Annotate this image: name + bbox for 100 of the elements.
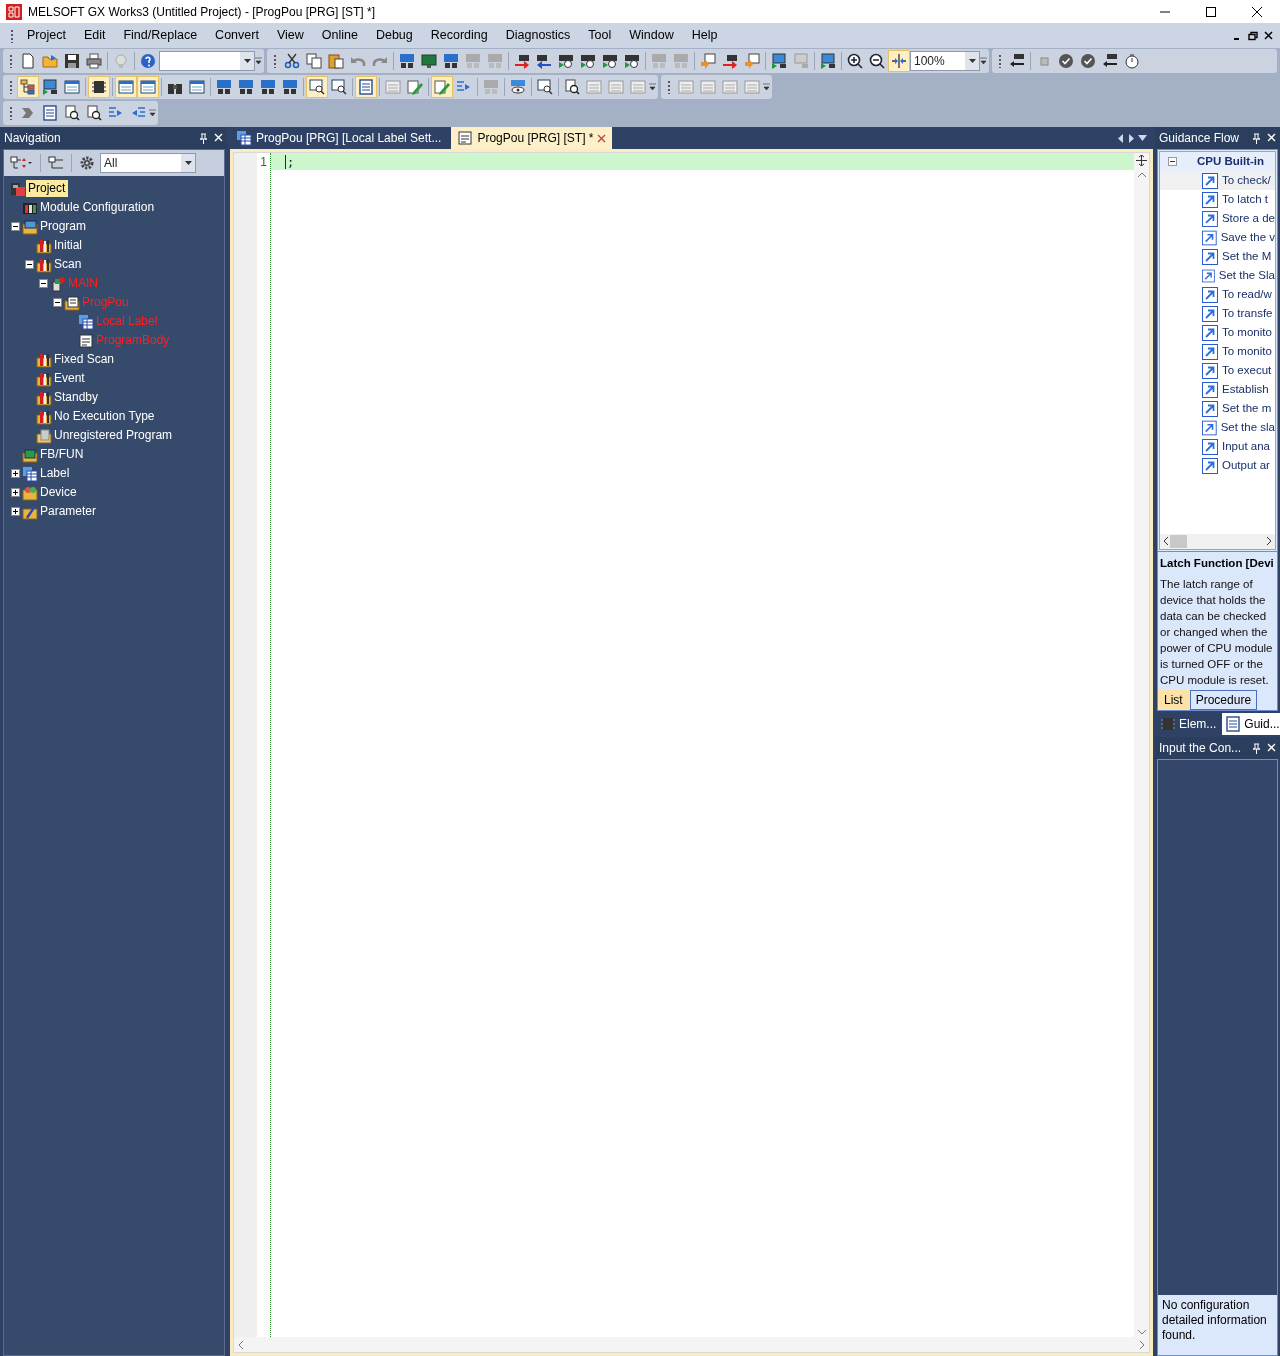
expand-icon[interactable] [10, 488, 20, 497]
guidance-link[interactable]: To transfe [1222, 304, 1273, 323]
code-editor[interactable]: 1 ; [233, 152, 1150, 1353]
menu-item[interactable]: Diagnostics [496, 26, 580, 45]
tree-item[interactable]: Module Configuration [38, 199, 158, 216]
overflow-icon[interactable] [649, 82, 656, 92]
find-button[interactable] [306, 76, 328, 98]
maximize-icon[interactable] [1205, 5, 1217, 18]
tree-item[interactable]: No Execution Type [52, 408, 158, 425]
guidance-link[interactable]: To latch t [1222, 190, 1269, 209]
tree-item[interactable]: Initial [52, 237, 85, 254]
tree-item[interactable]: Device [38, 484, 80, 501]
pin-icon[interactable] [199, 132, 208, 144]
guidance-link[interactable]: Set the M [1222, 247, 1272, 266]
close-icon[interactable] [1251, 5, 1263, 18]
scroll-up-icon[interactable] [1137, 172, 1146, 177]
tree-item[interactable]: Fixed Scan [52, 351, 118, 368]
window-button[interactable] [115, 76, 137, 98]
list-button[interactable] [355, 76, 377, 98]
guidance-link[interactable]: To read/w [1222, 285, 1272, 304]
menu-item[interactable]: Tool [579, 26, 621, 45]
panel-title: Navigation [4, 130, 61, 147]
pin-icon[interactable] [1252, 132, 1261, 144]
menu-item[interactable]: Help [682, 26, 727, 45]
guidance-link[interactable]: To execut [1222, 361, 1272, 380]
document-tab[interactable]: ProgPou [PRG] [ST] * [451, 127, 613, 149]
edit-button[interactable] [431, 76, 453, 98]
overflow-icon[interactable] [149, 108, 156, 118]
view-tab[interactable]: Procedure [1189, 690, 1258, 710]
fit-width-button[interactable] [888, 50, 910, 72]
copy-button[interactable] [303, 50, 325, 72]
window-button[interactable] [137, 76, 159, 98]
guidance-link[interactable]: To monito [1222, 342, 1272, 361]
chip-button[interactable] [88, 76, 110, 98]
printer-button[interactable] [83, 50, 105, 72]
copy-icon [306, 53, 322, 69]
guidance-link[interactable]: Set the sla [1220, 418, 1275, 437]
menu-item[interactable]: Project [18, 26, 75, 45]
view-tab[interactable]: List [1158, 690, 1189, 710]
menu-item[interactable]: Recording [421, 26, 497, 45]
tree-item[interactable]: Parameter [38, 503, 100, 520]
tree-button[interactable] [17, 76, 39, 98]
filter-combo[interactable]: All [100, 153, 196, 173]
scroll-right-icon[interactable] [1128, 133, 1134, 143]
overflow-icon[interactable] [980, 56, 987, 66]
menu-item[interactable]: Online [312, 26, 367, 45]
document-tab[interactable]: ProgPou [PRG] [Local Label Sett... [230, 127, 448, 149]
monitor-icon [558, 53, 574, 69]
menu-item[interactable]: View [267, 26, 313, 45]
tree-item[interactable]: Program [38, 218, 89, 235]
tree-item[interactable]: Unregistered Program [52, 427, 176, 444]
label-table-icon [236, 130, 252, 146]
st-document-icon [78, 332, 94, 349]
guidance-link[interactable]: Output ar [1222, 456, 1270, 475]
tree-item[interactable]: Project [26, 180, 69, 197]
expand-icon[interactable] [10, 507, 20, 516]
close-icon[interactable] [1264, 30, 1274, 41]
scroll-left-icon[interactable] [1118, 133, 1124, 143]
tree-item[interactable]: Event [52, 370, 88, 387]
menu-item[interactable]: Window [620, 26, 683, 45]
tree-item[interactable]: Standby [52, 389, 102, 406]
collapse-icon[interactable] [24, 260, 34, 269]
tree-item[interactable]: FB/FUN [38, 446, 87, 463]
guidance-link[interactable]: Store a de [1221, 209, 1275, 228]
collapse-icon[interactable] [10, 222, 20, 231]
collapse-icon[interactable] [38, 279, 48, 288]
overflow-icon[interactable] [763, 82, 770, 92]
expand-icon[interactable] [10, 469, 20, 478]
tree-item[interactable]: Label [38, 465, 73, 482]
restore-icon[interactable] [1248, 30, 1258, 41]
overflow-icon[interactable] [255, 56, 262, 66]
guidance-link[interactable]: Set the Sla [1218, 266, 1275, 285]
panel-tab[interactable]: Guid... [1222, 713, 1280, 735]
zoom-combo[interactable]: 100% [910, 51, 980, 71]
menu-item[interactable]: Convert [206, 26, 268, 45]
menu-item[interactable]: Find/Replace [114, 26, 207, 45]
split-icon[interactable] [1136, 155, 1147, 166]
pin-icon[interactable] [1252, 742, 1261, 754]
tree-item[interactable]: Scan [52, 256, 85, 273]
comment-icon [744, 53, 760, 69]
collapse-icon[interactable] [1168, 157, 1177, 166]
scroll-thumb[interactable] [1170, 534, 1187, 548]
tree-options-icon [10, 155, 32, 171]
transfer-icon [536, 53, 552, 69]
st-document-icon [457, 130, 474, 146]
scroll-right-icon[interactable] [1267, 537, 1272, 546]
guidance-link[interactable]: Input ana [1222, 437, 1270, 456]
label-table-icon [22, 465, 38, 482]
menu-item[interactable]: Edit [74, 26, 115, 45]
scroll-left-icon[interactable] [1163, 537, 1168, 546]
guidance-link[interactable]: To monito [1222, 323, 1272, 342]
guidance-link[interactable]: Save the v [1220, 228, 1275, 247]
guidance-link[interactable]: Establish [1222, 380, 1269, 399]
dropdown-icon[interactable] [1138, 135, 1147, 141]
panel-tab[interactable]: Elem... [1157, 713, 1220, 735]
collapse-icon[interactable] [52, 298, 62, 307]
menu-item[interactable]: Debug [366, 26, 422, 45]
scroll-down-icon[interactable] [1137, 1330, 1146, 1335]
computer-icon [42, 79, 58, 95]
guidance-link[interactable]: Set the m [1222, 399, 1272, 418]
